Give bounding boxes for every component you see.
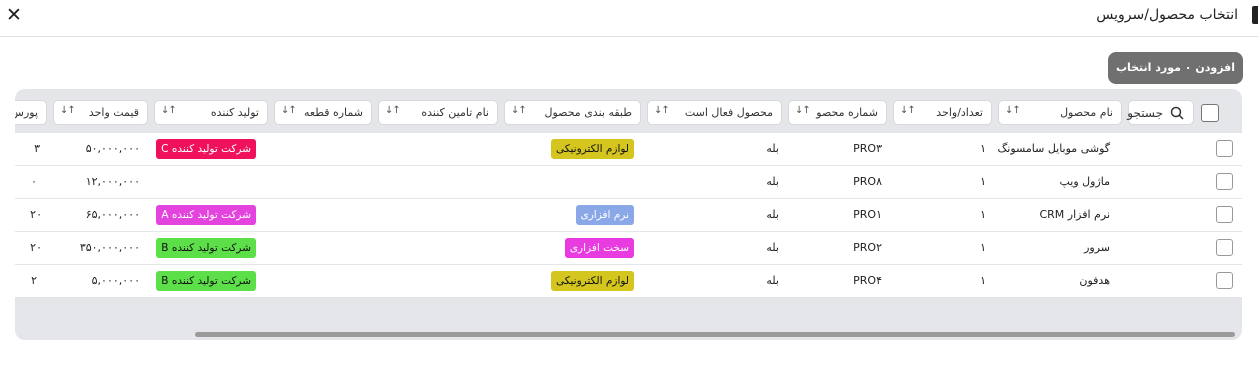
column-header-commission[interactable]: پورس [15,100,47,125]
cell-commission: ۳ [34,142,40,155]
sort-icon[interactable]: ↑↓ [900,105,916,116]
product-table: جستجو نام محصول ↑↓ تعداد/واحد ↑↓ شماره م… [15,89,1242,340]
cell-product-name: گوشی موبایل سامسونگ [997,142,1110,155]
cell-commission: ۲ [31,274,37,287]
sort-icon[interactable]: ↑↓ [385,105,401,116]
row-checkbox[interactable] [1216,272,1233,289]
header-edge-marker [1252,6,1258,24]
search-header[interactable]: جستجو [1127,100,1194,125]
cell-unit-price: ۵,۰۰۰,۰۰۰ [91,274,140,287]
cell-product-number: PRO۸ [853,175,882,188]
cell-product-name: ماژول ویپ [1059,175,1110,188]
row-checkbox[interactable] [1216,173,1233,190]
manufacturer-badge: شرکت تولید کننده B [156,271,256,291]
column-header-product-name[interactable]: نام محصول ↑↓ [998,100,1122,125]
cell-product-name: هدفون [1079,274,1110,287]
add-selected-button[interactable]: افزودن ۰ مورد انتخاب شده [1108,52,1243,106]
table-row[interactable]: هدفون ۱ PRO۴ بله لوازم الکترونیکی شرکت ت… [15,265,1242,297]
column-header-unit-price[interactable]: قیمت واحد ↑↓ [53,100,148,125]
cell-product-number: PRO۳ [853,142,882,155]
close-icon[interactable]: ✕ [4,4,24,26]
cell-product-name: سرور [1084,241,1110,254]
cell-product-number: PRO۱ [853,208,882,221]
sort-icon[interactable]: ↑↓ [654,105,670,116]
cell-unit-price: ۳۵۰,۰۰۰,۰۰۰ [79,241,140,254]
table-row[interactable]: ماژول ویپ ۱ PRO۸ بله ۱۲,۰۰۰,۰۰۰ ۰ [15,166,1242,198]
row-checkbox[interactable] [1216,239,1233,256]
horizontal-scrollbar[interactable] [195,332,1235,337]
cell-is-active: بله [766,274,779,287]
row-checkbox[interactable] [1216,140,1233,157]
category-badge: لوازم الکترونیکی [550,271,634,291]
category-badge: لوازم الکترونیکی [550,139,634,159]
table-row[interactable]: گوشی موبایل سامسونگ ۱ PRO۳ بله لوازم الک… [15,133,1242,165]
select-all-checkbox[interactable] [1201,104,1219,122]
manufacturer-badge: شرکت تولید کننده A [156,205,256,225]
cell-qty: ۱ [980,274,986,287]
cell-unit-price: ۱۲,۰۰۰,۰۰۰ [85,175,140,188]
cell-is-active: بله [766,142,779,155]
cell-is-active: بله [766,208,779,221]
cell-commission: ۲۰ [30,208,42,221]
sort-icon[interactable]: ↑↓ [60,105,76,116]
cell-product-number: PRO۲ [853,241,882,254]
sort-icon[interactable]: ↑↓ [1005,105,1021,116]
sort-icon[interactable]: ↑↓ [511,105,527,116]
cell-qty: ۱ [980,142,986,155]
manufacturer-badge: شرکت تولید کننده B [156,238,256,258]
sort-icon[interactable]: ↑↓ [795,105,811,116]
cell-product-name: نرم افزار CRM [1039,208,1110,221]
table-row[interactable]: نرم افزار CRM ۱ PRO۱ بله نرم افزاری شرکت… [15,199,1242,231]
sort-icon[interactable]: ↑↓ [281,105,297,116]
cell-commission: ۲۰ [30,241,42,254]
column-header-is-active[interactable]: محصول فعال است ↑↓ [647,100,782,125]
row-checkbox[interactable] [1216,206,1233,223]
cell-qty: ۱ [980,208,986,221]
cell-is-active: بله [766,241,779,254]
cell-qty: ۱ [980,241,986,254]
cell-product-number: PRO۴ [853,274,882,287]
manufacturer-badge: شرکت تولید کننده C [156,139,256,159]
sort-icon[interactable]: ↑↓ [161,105,177,116]
cell-is-active: بله [766,175,779,188]
cell-unit-price: ۶۵,۰۰۰,۰۰۰ [85,208,140,221]
search-icon [1170,106,1184,120]
cell-commission: ۰ [31,175,37,188]
dialog-title: انتخاب محصول/سرویس [1096,7,1238,23]
table-row[interactable]: سرور ۱ PRO۲ بله سخت افزاری شرکت تولید کن… [15,232,1242,264]
cell-qty: ۱ [980,175,986,188]
column-header-supplier[interactable]: نام تامین کننده ↑↓ [378,100,498,125]
category-badge: نرم افزاری [575,205,634,225]
column-header-category[interactable]: طبقه بندی محصول ↑↓ [504,100,641,125]
product-selection-dialog: ✕ انتخاب محصول/سرویس افزودن ۰ مورد انتخا… [0,0,1258,366]
column-header-product-number[interactable]: شماره محصو ↑↓ [788,100,887,125]
column-header-manufacturer[interactable]: تولید کننده ↑↓ [154,100,268,125]
column-header-qty-unit[interactable]: تعداد/واحد ↑↓ [893,100,992,125]
column-header-part-number[interactable]: شماره قطعه ↑↓ [274,100,372,125]
search-label: جستجو [1127,106,1163,120]
cell-unit-price: ۵۰,۰۰۰,۰۰۰ [85,142,140,155]
dialog-header: ✕ انتخاب محصول/سرویس [0,0,1258,37]
category-badge: سخت افزاری [564,238,634,258]
